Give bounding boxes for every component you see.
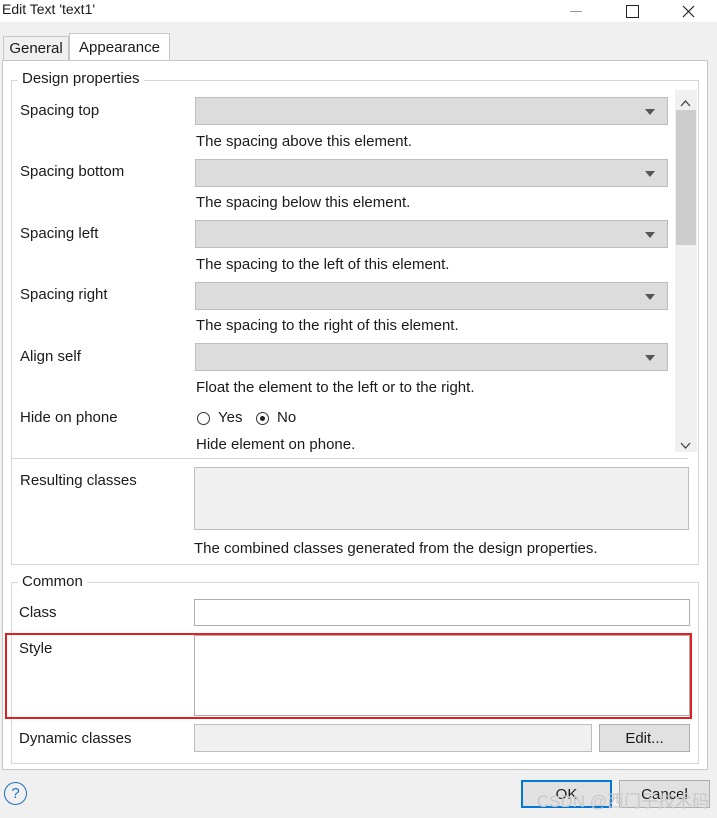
maximize-icon xyxy=(625,4,639,18)
hide-on-phone-yes-label[interactable]: Yes xyxy=(218,409,242,426)
resulting-classes-field xyxy=(194,467,689,530)
chevron-down-icon xyxy=(645,355,655,361)
chevron-up-icon xyxy=(680,100,691,107)
resulting-classes-help: The combined classes generated from the … xyxy=(194,540,598,557)
spacing-bottom-help: The spacing below this element. xyxy=(196,194,411,211)
spacing-top-dropdown[interactable] xyxy=(195,97,668,125)
align-self-label: Align self xyxy=(20,348,81,365)
maximize-button[interactable] xyxy=(609,0,655,22)
align-self-help: Float the element to the left or to the … xyxy=(196,379,475,396)
scroll-up-button[interactable] xyxy=(680,94,691,111)
scrollbar-thumb[interactable] xyxy=(676,110,696,245)
spacing-left-dropdown[interactable] xyxy=(195,220,668,248)
hide-on-phone-help: Hide element on phone. xyxy=(196,436,356,452)
edit-button[interactable]: Edit... xyxy=(599,724,690,752)
spacing-top-label: Spacing top xyxy=(20,102,100,119)
common-legend: Common xyxy=(18,573,87,590)
spacing-right-label: Spacing right xyxy=(20,286,108,303)
spacing-right-help: The spacing to the right of this element… xyxy=(196,317,459,334)
spacing-left-help: The spacing to the left of this element. xyxy=(196,256,450,273)
style-label: Style xyxy=(19,640,53,657)
chevron-down-icon xyxy=(645,109,655,115)
spacing-right-dropdown[interactable] xyxy=(195,282,668,310)
style-textarea[interactable] xyxy=(194,635,690,716)
chevron-down-icon xyxy=(680,442,691,449)
spacing-bottom-dropdown[interactable] xyxy=(195,159,668,187)
class-input[interactable] xyxy=(194,599,690,626)
help-button[interactable]: ? xyxy=(4,782,27,805)
dynamic-classes-label: Dynamic classes xyxy=(19,730,132,747)
chevron-down-icon xyxy=(645,232,655,238)
help-icon: ? xyxy=(11,785,20,802)
align-self-dropdown[interactable] xyxy=(195,343,668,371)
design-properties-legend: Design properties xyxy=(18,70,144,87)
chevron-down-icon xyxy=(645,294,655,300)
dynamic-classes-field xyxy=(194,724,592,752)
hide-on-phone-no-label[interactable]: No xyxy=(277,409,296,426)
minimize-icon xyxy=(570,10,582,12)
watermark-text: CSDN @西门子技术码 xyxy=(536,792,709,811)
divider xyxy=(12,458,688,459)
spacing-bottom-label: Spacing bottom xyxy=(20,163,125,180)
spacing-top-help: The spacing above this element. xyxy=(196,133,412,150)
chevron-down-icon xyxy=(645,171,655,177)
edit-button-label: Edit... xyxy=(625,729,664,747)
window-title: Edit Text 'text1' xyxy=(2,1,96,17)
minimize-button[interactable] xyxy=(553,0,599,22)
radio-unchecked-icon xyxy=(197,412,210,425)
radio-checked-icon xyxy=(256,412,269,425)
scroll-down-button[interactable] xyxy=(680,437,691,454)
resulting-classes-label: Resulting classes xyxy=(20,472,137,489)
tab-general[interactable]: General xyxy=(3,36,69,60)
close-icon xyxy=(682,5,694,17)
hide-on-phone-label: Hide on phone xyxy=(20,409,118,426)
class-label: Class xyxy=(19,604,57,621)
tab-appearance-label: Appearance xyxy=(79,39,160,56)
spacing-left-label: Spacing left xyxy=(20,225,99,242)
tab-appearance[interactable]: Appearance xyxy=(69,33,170,61)
tab-general-label: General xyxy=(9,40,63,57)
close-button[interactable] xyxy=(665,0,711,22)
